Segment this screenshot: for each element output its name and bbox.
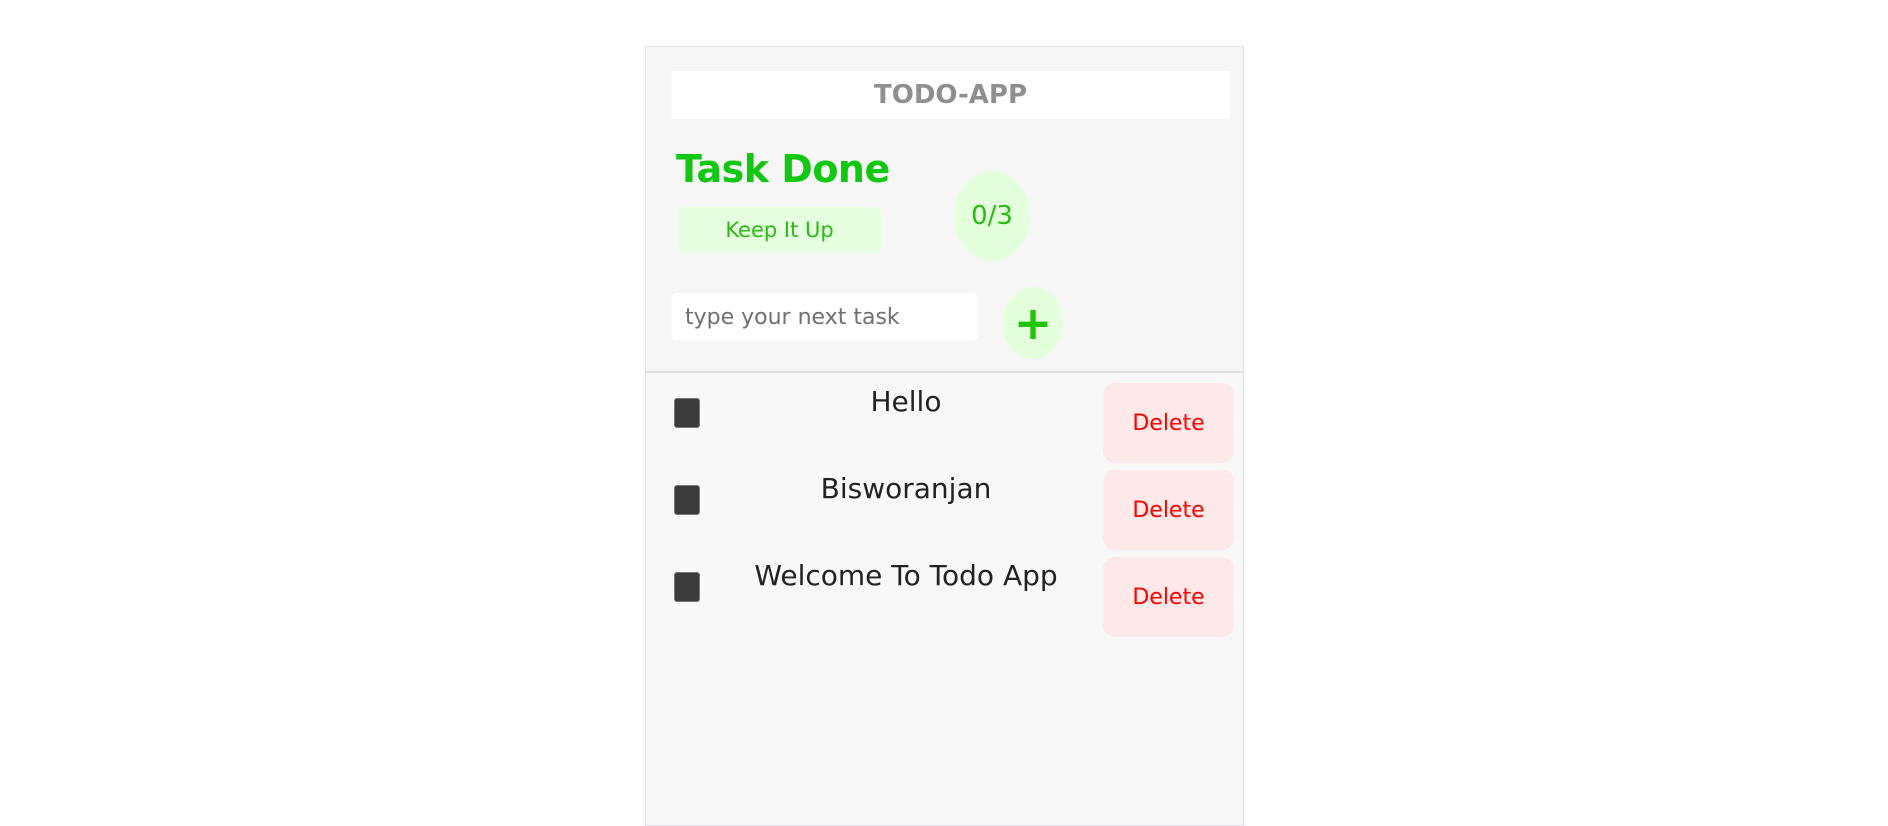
task-list: Hello Delete Bisworanjan Delete Welcome … xyxy=(646,373,1243,825)
task-done-heading: Task Done xyxy=(676,147,890,191)
app-title: TODO-APP xyxy=(671,71,1230,119)
add-task-button[interactable]: + xyxy=(1003,287,1063,359)
delete-button[interactable]: Delete xyxy=(1103,557,1234,637)
task-text: Welcome To Todo App xyxy=(754,559,1058,592)
delete-button[interactable]: Delete xyxy=(1103,470,1234,550)
task-row: Welcome To Todo App Delete xyxy=(646,547,1243,637)
task-text: Bisworanjan xyxy=(820,472,992,505)
task-checkbox[interactable] xyxy=(674,572,700,602)
keep-it-up-badge: Keep It Up xyxy=(678,207,881,253)
task-text: Hello xyxy=(870,385,942,418)
new-task-input[interactable] xyxy=(671,293,978,341)
task-count-badge: 0/3 xyxy=(954,171,1030,261)
plus-icon: + xyxy=(1013,296,1053,350)
task-checkbox[interactable] xyxy=(674,485,700,515)
task-checkbox[interactable] xyxy=(674,398,700,428)
task-row: Bisworanjan Delete xyxy=(646,460,1243,550)
todo-panel: TODO-APP Task Done Keep It Up 0/3 + Hell… xyxy=(645,46,1244,826)
task-row: Hello Delete xyxy=(646,373,1243,463)
delete-button[interactable]: Delete xyxy=(1103,383,1234,463)
